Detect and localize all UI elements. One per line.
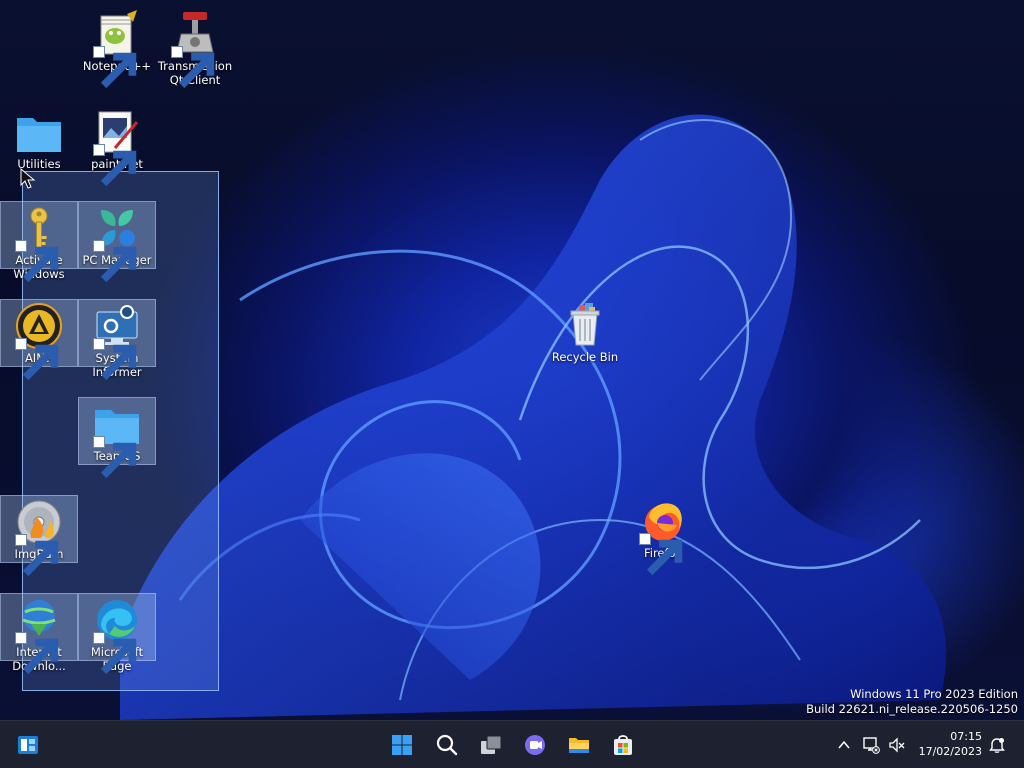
watermark-edition: Windows 11 Pro 2023 Edition xyxy=(850,687,1018,701)
watermark-build: Build 22621.ni_release.220506-1250 xyxy=(806,702,1018,716)
store-button[interactable] xyxy=(607,729,639,761)
volume-button[interactable] xyxy=(886,733,908,757)
desktop-icon-internet-download-manager[interactable]: Internet Downlo... xyxy=(0,593,78,675)
task-view-button[interactable] xyxy=(475,729,507,761)
clock-time: 07:15 xyxy=(950,730,982,743)
desktop-icon-utilities[interactable]: Utilities xyxy=(0,106,78,174)
desktop-icon-activate-windows[interactable]: Activate Windows xyxy=(0,201,78,283)
desktop-icon-pc-manager[interactable]: PC Manager xyxy=(78,201,156,283)
desktop-icon-notepadpp[interactable]: Notepad++ xyxy=(78,8,156,89)
show-hidden-icons-button[interactable] xyxy=(834,733,854,757)
desktop-icon-teamos[interactable]: TeamOS xyxy=(78,397,156,479)
desktop-icon-microsoft-edge[interactable]: Microsoft Edge xyxy=(78,593,156,675)
task-view-icon xyxy=(481,735,502,754)
volume-muted-icon xyxy=(889,737,905,753)
widgets-button[interactable] xyxy=(12,729,44,761)
desktop-icon-label: Recycle Bin xyxy=(551,350,619,364)
taskbar: 07:15 17/02/2023 xyxy=(0,720,1024,768)
chevron-up-icon xyxy=(838,740,850,749)
windows-start-icon xyxy=(392,735,412,755)
network-button[interactable] xyxy=(860,733,882,757)
desktop-icon-recycle-bin[interactable]: Recycle Bin xyxy=(546,299,624,367)
desktop-icon-aimp[interactable]: AIMP xyxy=(0,299,78,381)
search-button[interactable] xyxy=(431,729,463,761)
desktop-icon-transmission[interactable]: Transmission Qt Client xyxy=(156,8,234,89)
search-icon xyxy=(436,734,458,756)
widgets-icon xyxy=(18,736,38,754)
start-button[interactable] xyxy=(386,729,418,761)
desktop-icon-paintnet[interactable]: paint.net xyxy=(78,106,156,187)
edition-watermark: Windows 11 Pro 2023 Edition Build 22621.… xyxy=(806,687,1018,717)
clock-date: 17/02/2023 xyxy=(918,745,982,758)
file-explorer-icon xyxy=(569,738,589,753)
recycle-bin-icon xyxy=(570,303,600,346)
taskbar-clock[interactable]: 07:15 17/02/2023 xyxy=(919,729,982,759)
folder-icon xyxy=(17,118,61,152)
desktop-icon-imgburn[interactable]: ImgBurn xyxy=(0,495,78,577)
mouse-cursor-icon xyxy=(20,168,36,189)
notification-center-button[interactable] xyxy=(986,733,1008,757)
microsoft-store-icon xyxy=(614,735,632,755)
notification-icon xyxy=(989,738,1005,753)
desktop-icon-firefox[interactable]: Firefox xyxy=(624,495,702,576)
desktop-icon-label: Utilities xyxy=(17,157,61,171)
chat-button[interactable] xyxy=(519,729,551,761)
file-explorer-button[interactable] xyxy=(563,729,595,761)
teams-chat-icon xyxy=(525,735,545,755)
desktop-icon-system-informer[interactable]: System Informer xyxy=(78,299,156,381)
network-icon xyxy=(863,737,880,754)
